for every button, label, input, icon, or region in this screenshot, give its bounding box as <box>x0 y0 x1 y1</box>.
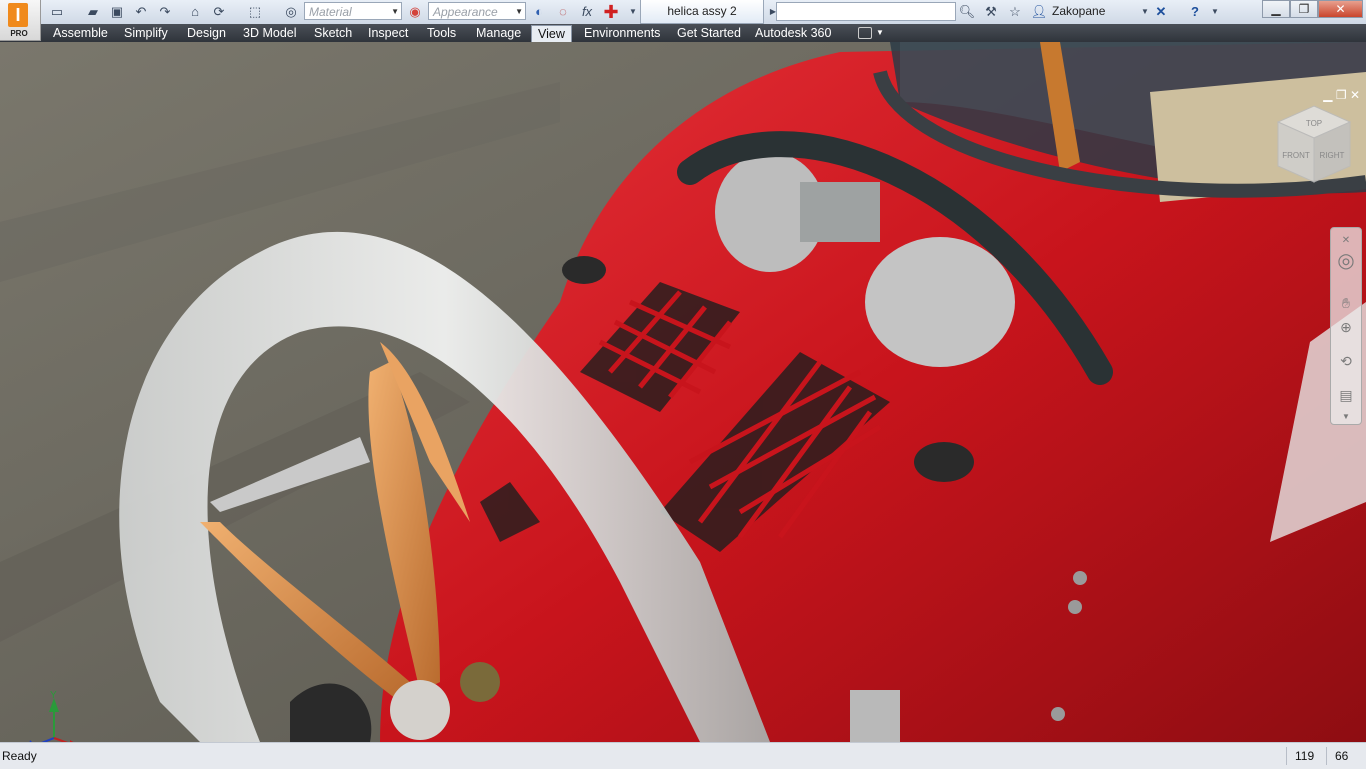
pan-icon[interactable]: ✋︎ <box>1337 294 1355 312</box>
chevron-down-icon: ▼ <box>391 7 399 16</box>
subscription-icon[interactable]: ⚒ <box>982 3 1000 21</box>
clear-icon[interactable]: ◌ <box>554 3 572 21</box>
tab-tools[interactable]: Tools <box>427 24 456 42</box>
tab-autodesk-360[interactable]: Autodesk 360 <box>755 24 831 42</box>
zoom-icon[interactable]: ⊕ <box>1337 318 1355 336</box>
ribbon-options-dropdown-icon[interactable]: ▼ <box>876 24 884 42</box>
status-count-2: 66 <box>1326 747 1366 765</box>
steering-wheel-icon[interactable]: ◎ <box>1337 251 1355 271</box>
home-icon[interactable]: ⌂ <box>186 3 204 21</box>
help-icon[interactable]: ? <box>1186 3 1204 21</box>
search-icon[interactable]: 🔍︎ <box>958 3 976 21</box>
tab-assemble[interactable]: Assemble <box>53 24 108 42</box>
ilogic-icon[interactable]: ✚ <box>602 3 620 21</box>
tab-environments[interactable]: Environments <box>584 24 660 42</box>
open-file-icon[interactable]: ▰ <box>84 3 102 21</box>
tab-manage[interactable]: Manage <box>476 24 521 42</box>
parameters-icon[interactable]: fx <box>578 3 596 21</box>
ribbon-display-icon[interactable] <box>858 27 872 39</box>
tab-simplify[interactable]: Simplify <box>124 24 168 42</box>
adjust-icon[interactable]: ◐ <box>530 3 548 21</box>
fx-label: fx <box>581 4 593 19</box>
model-render <box>0 42 1366 742</box>
help-dropdown-icon[interactable]: ▼ <box>1206 3 1224 21</box>
appearance-combo[interactable]: Appearance ▼ <box>428 2 526 20</box>
viewcube-face-right[interactable]: RIGHT <box>1320 151 1345 160</box>
viewcube[interactable]: TOP FRONT RIGHT <box>1268 100 1360 192</box>
look-at-icon[interactable]: ▤ <box>1337 386 1355 404</box>
coordinate-triad: Y X Z <box>29 690 74 742</box>
navbar-customize-icon[interactable]: ▼ <box>1337 408 1355 426</box>
status-text: Ready <box>2 749 37 763</box>
status-bar: Ready 119 66 <box>0 742 1366 769</box>
tab-3d-model[interactable]: 3D Model <box>243 24 297 42</box>
viewcube-face-top[interactable]: TOP <box>1306 119 1322 128</box>
chevron-down-icon: ▼ <box>515 7 523 16</box>
material-combo[interactable]: Material ▼ <box>304 2 402 20</box>
tab-sketch[interactable]: Sketch <box>314 24 352 42</box>
navigation-bar: ✕ ◎ ✋︎ ⊕ ⟲ ▤ ▼ <box>1330 227 1362 425</box>
redo-icon[interactable]: ↷ <box>156 3 174 21</box>
undo-icon[interactable]: ↶ <box>132 3 150 21</box>
tab-get-started[interactable]: Get Started <box>677 24 741 42</box>
restore-window-button[interactable]: ❐ <box>1290 0 1318 18</box>
tab-inspect[interactable]: Inspect <box>368 24 408 42</box>
exchange-icon[interactable]: ✕ <box>1152 3 1170 21</box>
viewcube-face-front[interactable]: FRONT <box>1282 151 1310 160</box>
tab-view[interactable]: View <box>531 25 572 43</box>
update-icon[interactable]: ⟳ <box>210 3 228 21</box>
favorites-icon[interactable]: ☆ <box>1006 3 1024 21</box>
inventor-logo-icon: I <box>8 3 28 27</box>
close-window-button[interactable]: ✕ <box>1318 0 1363 18</box>
application-menu-button[interactable]: I PRO <box>0 0 41 41</box>
color-override-icon[interactable]: ◎ <box>282 3 300 21</box>
search-input[interactable] <box>776 2 956 21</box>
ribbon-tab-bar: Assemble Simplify Design 3D Model Sketch… <box>0 24 1366 43</box>
document-title: helica assy 2 <box>640 0 764 24</box>
quick-access-toolbar: ▭ ▰ ▣ ↶ ↷ ⌂ ⟳ ⬚ ◎ Material ▼ ◉ Appearanc… <box>0 0 1366 25</box>
user-icon[interactable]: 👤︎ <box>1030 3 1048 21</box>
orbit-icon[interactable]: ⟲ <box>1337 352 1355 370</box>
navbar-close-icon[interactable]: ✕ <box>1337 232 1355 250</box>
select-icon[interactable]: ⬚ <box>246 3 264 21</box>
triad-y-label: Y <box>50 690 57 701</box>
material-placeholder: Material <box>309 5 352 19</box>
user-name[interactable]: Zakopane <box>1052 4 1105 18</box>
new-file-icon[interactable]: ▭ <box>48 3 66 21</box>
minimize-window-button[interactable]: ▁ <box>1262 0 1290 18</box>
tab-design[interactable]: Design <box>187 24 226 42</box>
appearance-icon[interactable]: ◉ <box>406 3 424 21</box>
appearance-placeholder: Appearance <box>433 5 498 19</box>
save-icon[interactable]: ▣ <box>108 3 126 21</box>
graphics-viewport[interactable]: ▁ ❐ ✕ TOP FRONT RIGHT ✕ ◎ ✋︎ ⊕ ⟲ ▤ ▼ Y X… <box>0 42 1366 742</box>
pro-badge: PRO <box>10 29 28 38</box>
